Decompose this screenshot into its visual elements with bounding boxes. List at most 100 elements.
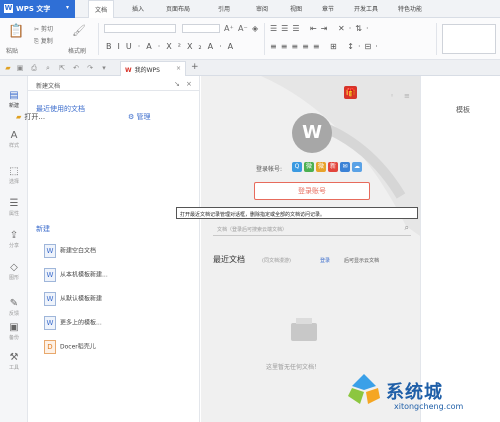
ribbon-toolbar: 📋 粘贴 ✂ 剪切 ⎘ 复制 🖌 格式刷 A⁺ A⁻ ◈ BIU·A·X²X₂A… — [0, 18, 500, 60]
document-icon: W — [44, 316, 56, 330]
new-document-panel: 新建文档 ↘ × 最近使用的文档 新建 W 新建空白文档 W 从本机模板新建... W 从… — [28, 76, 200, 422]
cut-button[interactable]: ✂ 剪切 — [34, 24, 53, 33]
sidebar-item[interactable]: ⚒ 工具 — [0, 352, 28, 371]
sidebar-item-label: 图形 — [8, 275, 19, 281]
tab-chapter[interactable]: 章节 — [322, 4, 334, 13]
sidebar-item[interactable]: ☰ 属性 — [0, 198, 28, 217]
font-format-buttons[interactable]: BIU·A·X²X₂A·A — [106, 42, 239, 51]
shape-icon: ◇ — [10, 262, 18, 273]
redo-icon[interactable]: ↷ — [86, 64, 94, 72]
new-item[interactable]: D Docer稻壳儿 — [44, 340, 96, 356]
watermark-text: 系统城 — [386, 382, 443, 403]
export-icon[interactable]: ⇱ — [58, 64, 66, 72]
qq-icon[interactable]: Q — [292, 162, 302, 172]
undo-icon[interactable]: ↶ — [72, 64, 80, 72]
cloud-icon[interactable]: ☁ — [352, 162, 362, 172]
ribbon-divider — [98, 23, 99, 55]
docer-icon: D — [44, 340, 56, 354]
tab-document[interactable]: 文档 — [88, 0, 115, 18]
tools-icon: ⚒ — [9, 352, 19, 363]
sidebar-item-label: 反馈 — [8, 311, 19, 317]
align-buttons[interactable]: ≡≡≡≡≡ ⊞ ↕·⊟· — [270, 42, 382, 51]
paste-icon[interactable]: 📋 — [8, 24, 24, 39]
sina-icon[interactable]: 新 — [328, 162, 338, 172]
panel-divider — [28, 90, 200, 91]
message-icon[interactable]: ◦ — [390, 92, 394, 100]
sidebar-item[interactable]: ◇ 图形 — [0, 262, 28, 281]
sidebar-item[interactable]: ▤ 新建 — [0, 90, 28, 109]
tab-insert[interactable]: 插入 — [132, 4, 144, 13]
new-item-label: 新建空白文档 — [60, 247, 97, 255]
document-icon: W — [44, 244, 56, 258]
open-button[interactable]: ▰ 打开... — [16, 112, 45, 122]
tab-my-wps[interactable]: W 我的WPS × — [120, 61, 186, 76]
sidebar-item[interactable]: A 样式 — [0, 130, 28, 149]
tab-special[interactable]: 特色功能 — [398, 4, 422, 13]
preview-icon[interactable]: ⌕ — [44, 64, 52, 72]
properties-icon: ☰ — [9, 198, 19, 209]
menu-icon[interactable]: ≡ — [404, 92, 410, 100]
copy-button[interactable]: ⎘ 复制 — [34, 36, 53, 46]
sidebar-item[interactable]: ▣ 备份 — [0, 322, 28, 341]
recent-docs-heading: 最近文档 — [213, 255, 245, 264]
new-heading: 新建 — [36, 225, 50, 233]
document-search-input[interactable]: 文档（登录后可搜索云端文档） ⌕ — [213, 222, 411, 236]
format-painter-icon[interactable]: 🖌 — [72, 24, 86, 37]
sidebar-item-label: 选择 — [8, 179, 19, 185]
gift-icon[interactable]: 🎁 — [344, 86, 357, 99]
mail-icon[interactable]: ✉ — [340, 162, 350, 172]
folder-icon[interactable]: ▰ — [4, 64, 12, 72]
doc-tab-label: 我的WPS — [134, 67, 160, 74]
grow-font-icon[interactable]: A⁺ — [224, 24, 234, 33]
share-icon: ⇪ — [9, 230, 19, 241]
new-item[interactable]: W 新建空白文档 — [44, 244, 96, 260]
login-link[interactable]: 登录 — [320, 257, 330, 264]
menu-bar: W WPS 文字 ▾ 文档 插入 页面布局 引用 审阅 视图 章节 开发工具 特色… — [0, 0, 500, 18]
close-icon[interactable]: × — [176, 65, 181, 72]
chevron-down-icon[interactable]: ▾ — [100, 64, 108, 72]
empty-box-icon — [291, 318, 317, 341]
sidebar-item-label: 分享 — [8, 243, 19, 249]
font-size-select[interactable] — [182, 24, 220, 33]
gear-icon: ⚙ — [128, 113, 137, 121]
copy-label: 复制 — [40, 38, 53, 45]
style-gallery[interactable] — [442, 24, 496, 54]
list-buttons[interactable]: ☰☰☰ ⇤⇥ ✕·⇅· — [270, 24, 373, 33]
search-icon[interactable]: ⌕ — [405, 223, 409, 233]
clear-format-icon[interactable]: ◈ — [252, 24, 258, 33]
new-item-label: Docer稻壳儿 — [60, 343, 96, 351]
style-select[interactable] — [104, 24, 176, 33]
app-menu-button[interactable]: W WPS 文字 ▾ — [0, 0, 75, 18]
pin-icon[interactable]: ↘ — [174, 80, 180, 88]
save-icon[interactable]: ▣ — [16, 64, 24, 72]
tab-references[interactable]: 引用 — [218, 4, 230, 13]
recent-docs-subtitle: (同文档漫游) — [262, 258, 291, 264]
sidebar-item-label: 工具 — [8, 365, 19, 371]
tab-view[interactable]: 视图 — [290, 4, 302, 13]
tab-developer[interactable]: 开发工具 — [354, 4, 378, 13]
tab-review[interactable]: 审阅 — [256, 4, 268, 13]
sidebar-item[interactable]: ⇪ 分享 — [0, 230, 28, 249]
print-icon[interactable]: ⎙ — [30, 64, 38, 72]
cut-label: 剪切 — [40, 26, 53, 33]
new-item[interactable]: W 更多上的模板... — [44, 316, 102, 332]
template-heading: 模板 — [456, 106, 470, 114]
paste-button[interactable]: 粘贴 — [6, 46, 18, 55]
new-item[interactable]: W 从本机模板新建... — [44, 268, 108, 284]
weibo-icon[interactable]: 微 — [316, 162, 326, 172]
manage-link[interactable]: ⚙ 管理 — [128, 112, 151, 122]
wechat-icon[interactable]: 微 — [304, 162, 314, 172]
shrink-font-icon[interactable]: A⁻ — [238, 24, 248, 33]
template-panel — [420, 76, 500, 422]
format-painter-button[interactable]: 格式刷 — [68, 46, 86, 55]
open-label: 打开... — [24, 113, 46, 121]
new-item[interactable]: W 从默认模板新建 — [44, 292, 102, 308]
login-button[interactable]: 登录账号 — [254, 182, 370, 200]
ribbon-divider — [264, 23, 265, 55]
close-icon[interactable]: × — [186, 80, 192, 88]
sidebar-item[interactable]: ⬚ 选择 — [0, 166, 28, 185]
sidebar-item[interactable]: ✎ 反馈 — [0, 298, 28, 317]
sidebar-item-label: 备份 — [8, 335, 19, 341]
tab-page-layout[interactable]: 页面布局 — [166, 4, 190, 13]
add-tab-button[interactable]: + — [191, 62, 199, 72]
